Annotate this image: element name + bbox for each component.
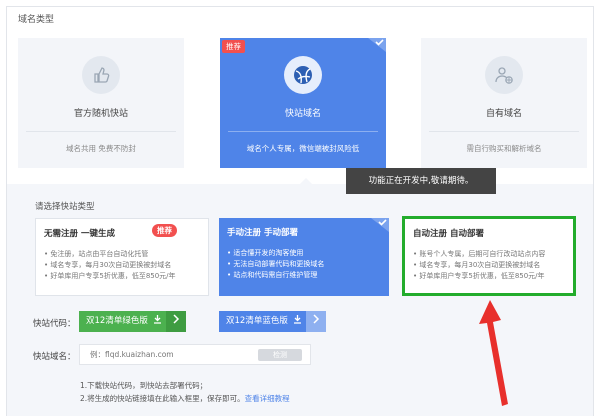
divider [429,131,579,132]
download-icon [293,315,301,324]
list-item: 免注册，站点由平台自动化托管 [44,249,176,260]
chevron-right-icon[interactable] [166,311,186,332]
download-green-button[interactable]: 双12清单绿色版 [79,311,186,332]
card-official-random[interactable]: 官方随机快站 域名共用 免费不防封 [18,38,184,168]
section-title: 域名类型 [18,15,55,25]
tennis-ball-icon [284,56,322,94]
option-manual[interactable]: 手动注册 手动部署 适合懂开发的淘客使用 无法自动部署代码和更换域名 站点和代码… [219,218,389,296]
recommend-badge: 推荐 [152,224,177,237]
card-own-domain[interactable]: 自有域名 需自行购买和解析域名 [421,38,587,168]
card-title: 快站域名 [284,109,321,119]
check-icon [371,218,389,232]
dev-tooltip: 功能正在开发中,敬请期待。 [346,168,496,194]
chevron-right-icon[interactable] [306,311,326,332]
panel-caret [300,178,312,184]
card-title: 官方随机快站 [73,109,128,119]
user-globe-icon [485,56,523,94]
note-line-2: 2.将生成的快站链接填在此输入框里，保存即可。查看详细教程 [80,393,290,404]
divider [26,131,176,132]
sub-title: 请选择快站类型 [35,202,95,212]
option-title: 手动注册 手动部署 [227,228,298,238]
list-item: 好单库用户专享5折优惠，低至850元/年 [44,271,175,282]
tutorial-link[interactable]: 查看详细教程 [245,394,290,403]
card-title: 自有域名 [485,109,522,119]
option-title: 无需注册 一键生成 [44,229,115,239]
download-blue-button[interactable]: 双12清单蓝色版 [219,311,326,332]
recommend-badge: 推荐 [222,40,245,53]
divider [228,131,378,132]
option-auto[interactable]: 自动注册 自动部署 账号个人专属，后期可自行改动站点内容 域名专享，每月30次自… [402,216,576,296]
card-kuaizhan-domain[interactable]: 推荐 快站域名 域名个人专属，微信端被封风险低 [220,38,386,168]
code-label: 快站代码： [33,319,76,329]
download-icon [153,315,161,324]
option-one-click[interactable]: 无需注册 一键生成 推荐 免注册，站点由平台自动化托管 域名专享，每月30次自动… [35,218,209,296]
list-item: 适合懂开发的淘客使用 [227,248,324,259]
card-desc: 需自行购买和解析域名 [466,144,542,153]
red-arrow-annotation [479,300,508,406]
domain-input[interactable] [80,345,250,364]
option-list: 免注册，站点由平台自动化托管 域名专享，每月30次自动更换被封域名 好单库用户专… [44,249,176,282]
list-item: 站点和代码需自行维护管理 [227,270,324,281]
list-item: 域名专享，每月30次自动更换被封域名 [44,260,176,271]
card-desc: 域名共用 免费不防封 [66,144,136,153]
domain-input-wrap: 检测 [79,344,311,365]
option-list: 账号个人专属，后期可自行改动站点内容 域名专享，每月30次自动更换被封域名 好单… [413,249,545,282]
thumbs-up-icon [82,56,120,94]
button-label: 双12清单绿色版 [86,316,148,326]
note-line-1: 1.下载快站代码，到快站去部署代码； [80,381,208,390]
option-list: 适合懂开发的淘客使用 无法自动部署代码和更换域名 站点和代码需自行维护管理 [227,248,324,281]
detect-button[interactable]: 检测 [258,349,302,361]
button-label: 双12清单蓝色版 [226,316,288,326]
option-title: 自动注册 自动部署 [413,229,484,239]
list-item: 无法自动部署代码和更换域名 [227,259,324,270]
note-text: 2.将生成的快站链接填在此输入框里，保存即可。 [80,394,245,403]
card-desc: 域名个人专属，微信端被封风险低 [246,144,360,153]
check-icon [368,38,386,52]
list-item: 账号个人专属，后期可自行改动站点内容 [413,249,545,260]
list-item: 好单库用户专享5折优惠，低至850元/年 [413,271,545,282]
domain-label: 快站域名： [33,352,76,362]
list-item: 域名专享，每月30次自动更换被封域名 [413,260,545,271]
